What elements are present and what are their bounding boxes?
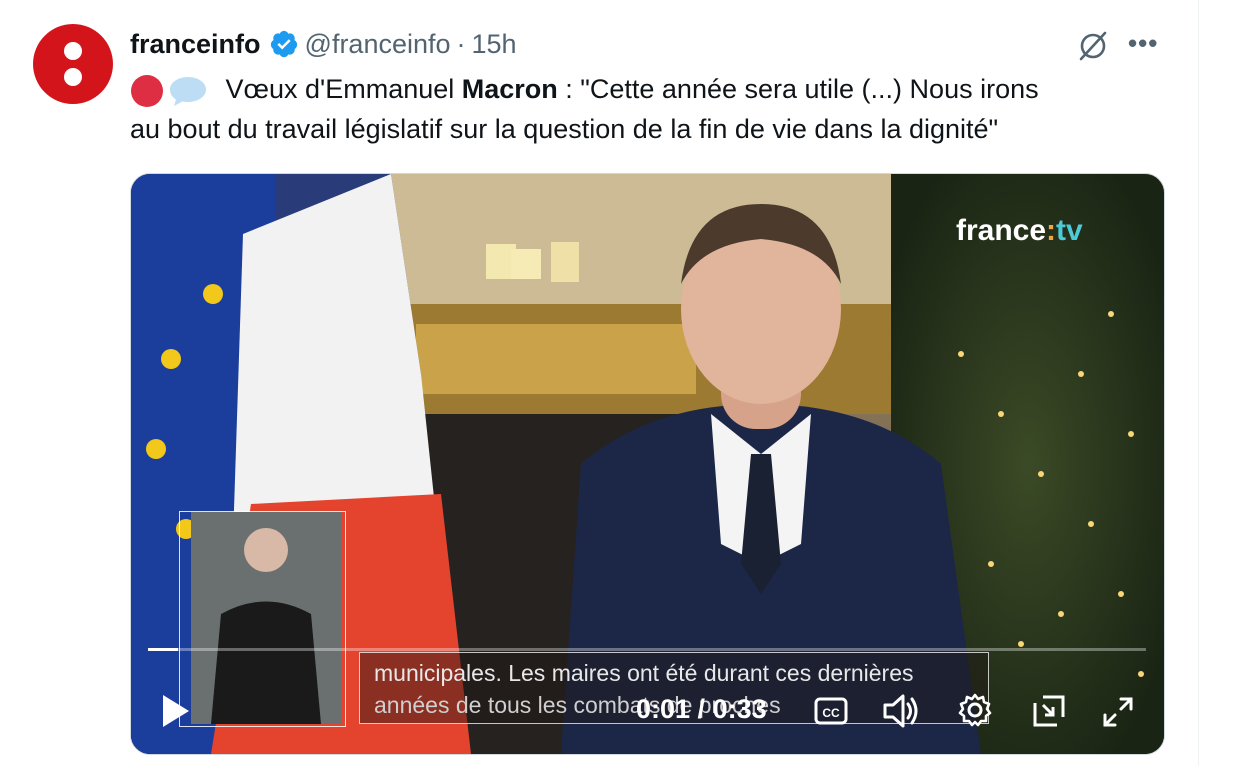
avatar[interactable] [33,24,113,104]
speech-balloon-icon [170,76,206,106]
tweet-text-start: Vœux d'Emmanuel [225,74,462,104]
more-options-icon[interactable]: ••• [1128,28,1158,59]
tweet-text-line2: au bout du travail législatif sur la que… [130,114,999,144]
tweet-header: franceinfo @franceinfo · 15h [130,26,517,62]
avatar-dot-icon [64,68,82,86]
timecode: 0:01 / 0:33 [636,694,767,724]
duration: 0:33 [712,694,767,724]
fullscreen-icon[interactable] [1101,695,1135,729]
tweet-text: Vœux d'Emmanuel Macron : "Cette année se… [130,69,1180,149]
video-player[interactable]: france:tv municipales. Les maires ont ét… [130,173,1165,755]
progress-fill [148,648,178,651]
red-circle-icon [131,74,163,107]
author-handle[interactable]: @franceinfo [305,29,451,60]
separator: · [456,28,466,59]
volume-icon[interactable] [881,692,921,730]
closed-captions-icon[interactable]: CC [814,694,848,728]
grok-icon[interactable] [1076,29,1110,63]
francetv-logo: france:tv [956,214,1083,247]
author-name[interactable]: franceinfo [130,29,261,60]
current-time: 0:01 [636,694,691,724]
sign-language-inset [179,511,346,727]
tweet[interactable]: franceinfo @franceinfo · 15h ••• Vœux d'… [0,0,1199,766]
tweet-text-line1: : "Cette année sera utile (...) Nous iro… [557,74,1039,104]
progress-bar[interactable] [148,648,1146,651]
subtitle-line1: municipales. Les maires ont été durant c… [374,660,914,686]
avatar-dot-icon [64,42,82,60]
verified-badge-icon[interactable] [269,29,299,59]
svg-text:CC: CC [822,706,840,720]
settings-gear-icon[interactable] [957,692,993,728]
timestamp[interactable]: 15h [472,29,517,60]
tweet-text-bold: Macron [461,74,558,104]
picture-in-picture-icon[interactable] [1031,693,1067,729]
play-icon[interactable] [159,692,193,730]
